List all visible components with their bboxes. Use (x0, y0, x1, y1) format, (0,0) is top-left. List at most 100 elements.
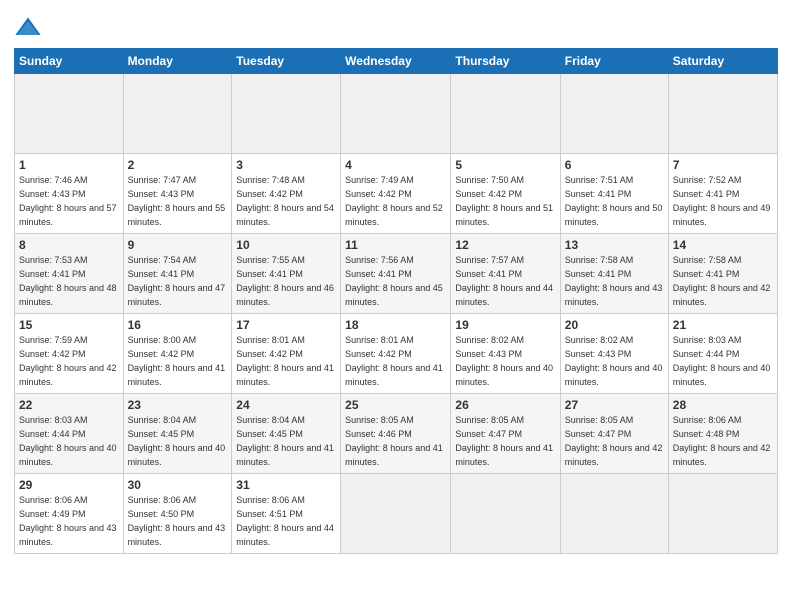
day-cell: 18Sunrise: 8:01 AMSunset: 4:42 PMDayligh… (341, 314, 451, 394)
col-header-monday: Monday (123, 49, 232, 74)
logo (14, 14, 44, 42)
week-row-2: 8 Sunrise: 7:53 AMSunset: 4:41 PMDaylight… (15, 234, 778, 314)
day-info: Sunrise: 7:53 AMSunset: 4:41 PMDaylight:… (19, 255, 117, 306)
day-cell: 13 Sunrise: 7:58 AMSunset: 4:41 PMDayligh… (560, 234, 668, 314)
day-cell: 1Sunrise: 7:46 AMSunset: 4:43 PMDaylight… (15, 154, 124, 234)
day-number: 14 (673, 237, 773, 253)
day-number: 24 (236, 397, 336, 413)
day-info: Sunrise: 7:46 AMSunset: 4:43 PMDaylight:… (19, 175, 117, 226)
day-info: Sunrise: 8:04 AMSunset: 4:45 PMDaylight:… (236, 415, 334, 466)
day-cell: 21 Sunrise: 8:03 AMSunset: 4:44 PMDayligh… (668, 314, 777, 394)
day-cell (451, 74, 560, 154)
col-header-sunday: Sunday (15, 49, 124, 74)
col-header-thursday: Thursday (451, 49, 560, 74)
day-cell: 26 Sunrise: 8:05 AMSunset: 4:47 PMDayligh… (451, 394, 560, 474)
day-cell: 12 Sunrise: 7:57 AMSunset: 4:41 PMDayligh… (451, 234, 560, 314)
day-number: 30 (128, 477, 228, 493)
day-cell (668, 74, 777, 154)
day-cell: 8 Sunrise: 7:53 AMSunset: 4:41 PMDaylight… (15, 234, 124, 314)
day-info: Sunrise: 8:03 AMSunset: 4:44 PMDaylight:… (19, 415, 117, 466)
day-number: 16 (128, 317, 228, 333)
calendar-table: SundayMondayTuesdayWednesdayThursdayFrid… (14, 48, 778, 554)
day-number: 21 (673, 317, 773, 333)
day-cell: 25Sunrise: 8:05 AMSunset: 4:46 PMDayligh… (341, 394, 451, 474)
day-info: Sunrise: 7:47 AMSunset: 4:43 PMDaylight:… (128, 175, 226, 226)
day-info: Sunrise: 7:59 AMSunset: 4:42 PMDaylight:… (19, 335, 117, 386)
header (14, 10, 778, 42)
day-number: 11 (345, 237, 446, 253)
day-number: 9 (128, 237, 228, 253)
day-cell: 30 Sunrise: 8:06 AMSunset: 4:50 PMDayligh… (123, 474, 232, 554)
day-cell (560, 74, 668, 154)
day-number: 12 (455, 237, 555, 253)
day-info: Sunrise: 7:50 AMSunset: 4:42 PMDaylight:… (455, 175, 553, 226)
day-cell: 20Sunrise: 8:02 AMSunset: 4:43 PMDayligh… (560, 314, 668, 394)
day-number: 25 (345, 397, 446, 413)
day-cell: 6 Sunrise: 7:51 AMSunset: 4:41 PMDaylight… (560, 154, 668, 234)
day-cell: 14 Sunrise: 7:58 AMSunset: 4:41 PMDayligh… (668, 234, 777, 314)
logo-icon (14, 14, 42, 42)
day-cell: 19 Sunrise: 8:02 AMSunset: 4:43 PMDayligh… (451, 314, 560, 394)
day-info: Sunrise: 8:05 AMSunset: 4:47 PMDaylight:… (565, 415, 663, 466)
header-row: SundayMondayTuesdayWednesdayThursdayFrid… (15, 49, 778, 74)
day-cell (668, 474, 777, 554)
day-info: Sunrise: 7:49 AMSunset: 4:42 PMDaylight:… (345, 175, 443, 226)
day-info: Sunrise: 7:57 AMSunset: 4:41 PMDaylight:… (455, 255, 553, 306)
day-cell: 16 Sunrise: 8:00 AMSunset: 4:42 PMDayligh… (123, 314, 232, 394)
day-cell: 4 Sunrise: 7:49 AMSunset: 4:42 PMDaylight… (341, 154, 451, 234)
day-cell: 29Sunrise: 8:06 AMSunset: 4:49 PMDayligh… (15, 474, 124, 554)
day-cell: 3 Sunrise: 7:48 AMSunset: 4:42 PMDaylight… (232, 154, 341, 234)
day-cell (341, 474, 451, 554)
page: SundayMondayTuesdayWednesdayThursdayFrid… (0, 0, 792, 612)
day-cell: 22Sunrise: 8:03 AMSunset: 4:44 PMDayligh… (15, 394, 124, 474)
col-header-saturday: Saturday (668, 49, 777, 74)
day-info: Sunrise: 8:02 AMSunset: 4:43 PMDaylight:… (455, 335, 553, 386)
day-number: 4 (345, 157, 446, 173)
day-cell (451, 474, 560, 554)
day-number: 20 (565, 317, 664, 333)
day-number: 17 (236, 317, 336, 333)
day-info: Sunrise: 7:51 AMSunset: 4:41 PMDaylight:… (565, 175, 663, 226)
day-cell (15, 74, 124, 154)
day-info: Sunrise: 8:06 AMSunset: 4:48 PMDaylight:… (673, 415, 771, 466)
day-info: Sunrise: 8:00 AMSunset: 4:42 PMDaylight:… (128, 335, 226, 386)
day-cell: 2 Sunrise: 7:47 AMSunset: 4:43 PMDaylight… (123, 154, 232, 234)
day-number: 31 (236, 477, 336, 493)
day-number: 6 (565, 157, 664, 173)
day-info: Sunrise: 8:01 AMSunset: 4:42 PMDaylight:… (236, 335, 334, 386)
day-cell: 27Sunrise: 8:05 AMSunset: 4:47 PMDayligh… (560, 394, 668, 474)
day-number: 29 (19, 477, 119, 493)
day-cell: 10Sunrise: 7:55 AMSunset: 4:41 PMDayligh… (232, 234, 341, 314)
day-cell: 7Sunrise: 7:52 AMSunset: 4:41 PMDaylight… (668, 154, 777, 234)
day-cell: 17 Sunrise: 8:01 AMSunset: 4:42 PMDayligh… (232, 314, 341, 394)
day-cell: 9Sunrise: 7:54 AMSunset: 4:41 PMDaylight… (123, 234, 232, 314)
day-info: Sunrise: 8:06 AMSunset: 4:51 PMDaylight:… (236, 495, 334, 546)
day-number: 13 (565, 237, 664, 253)
week-row-5: 29Sunrise: 8:06 AMSunset: 4:49 PMDayligh… (15, 474, 778, 554)
day-info: Sunrise: 7:56 AMSunset: 4:41 PMDaylight:… (345, 255, 443, 306)
day-info: Sunrise: 7:48 AMSunset: 4:42 PMDaylight:… (236, 175, 334, 226)
day-cell: 24 Sunrise: 8:04 AMSunset: 4:45 PMDayligh… (232, 394, 341, 474)
day-info: Sunrise: 8:05 AMSunset: 4:47 PMDaylight:… (455, 415, 553, 466)
day-info: Sunrise: 8:06 AMSunset: 4:50 PMDaylight:… (128, 495, 226, 546)
week-row-4: 22Sunrise: 8:03 AMSunset: 4:44 PMDayligh… (15, 394, 778, 474)
day-info: Sunrise: 7:58 AMSunset: 4:41 PMDaylight:… (673, 255, 771, 306)
day-cell: 31 Sunrise: 8:06 AMSunset: 4:51 PMDayligh… (232, 474, 341, 554)
day-info: Sunrise: 8:03 AMSunset: 4:44 PMDaylight:… (673, 335, 771, 386)
day-info: Sunrise: 7:52 AMSunset: 4:41 PMDaylight:… (673, 175, 771, 226)
day-cell (123, 74, 232, 154)
day-number: 10 (236, 237, 336, 253)
day-number: 18 (345, 317, 446, 333)
day-cell: 23Sunrise: 8:04 AMSunset: 4:45 PMDayligh… (123, 394, 232, 474)
day-number: 28 (673, 397, 773, 413)
day-number: 2 (128, 157, 228, 173)
day-number: 19 (455, 317, 555, 333)
day-info: Sunrise: 7:58 AMSunset: 4:41 PMDaylight:… (565, 255, 663, 306)
day-cell (341, 74, 451, 154)
day-number: 8 (19, 237, 119, 253)
day-cell (560, 474, 668, 554)
day-number: 26 (455, 397, 555, 413)
day-number: 3 (236, 157, 336, 173)
col-header-friday: Friday (560, 49, 668, 74)
week-row-0 (15, 74, 778, 154)
